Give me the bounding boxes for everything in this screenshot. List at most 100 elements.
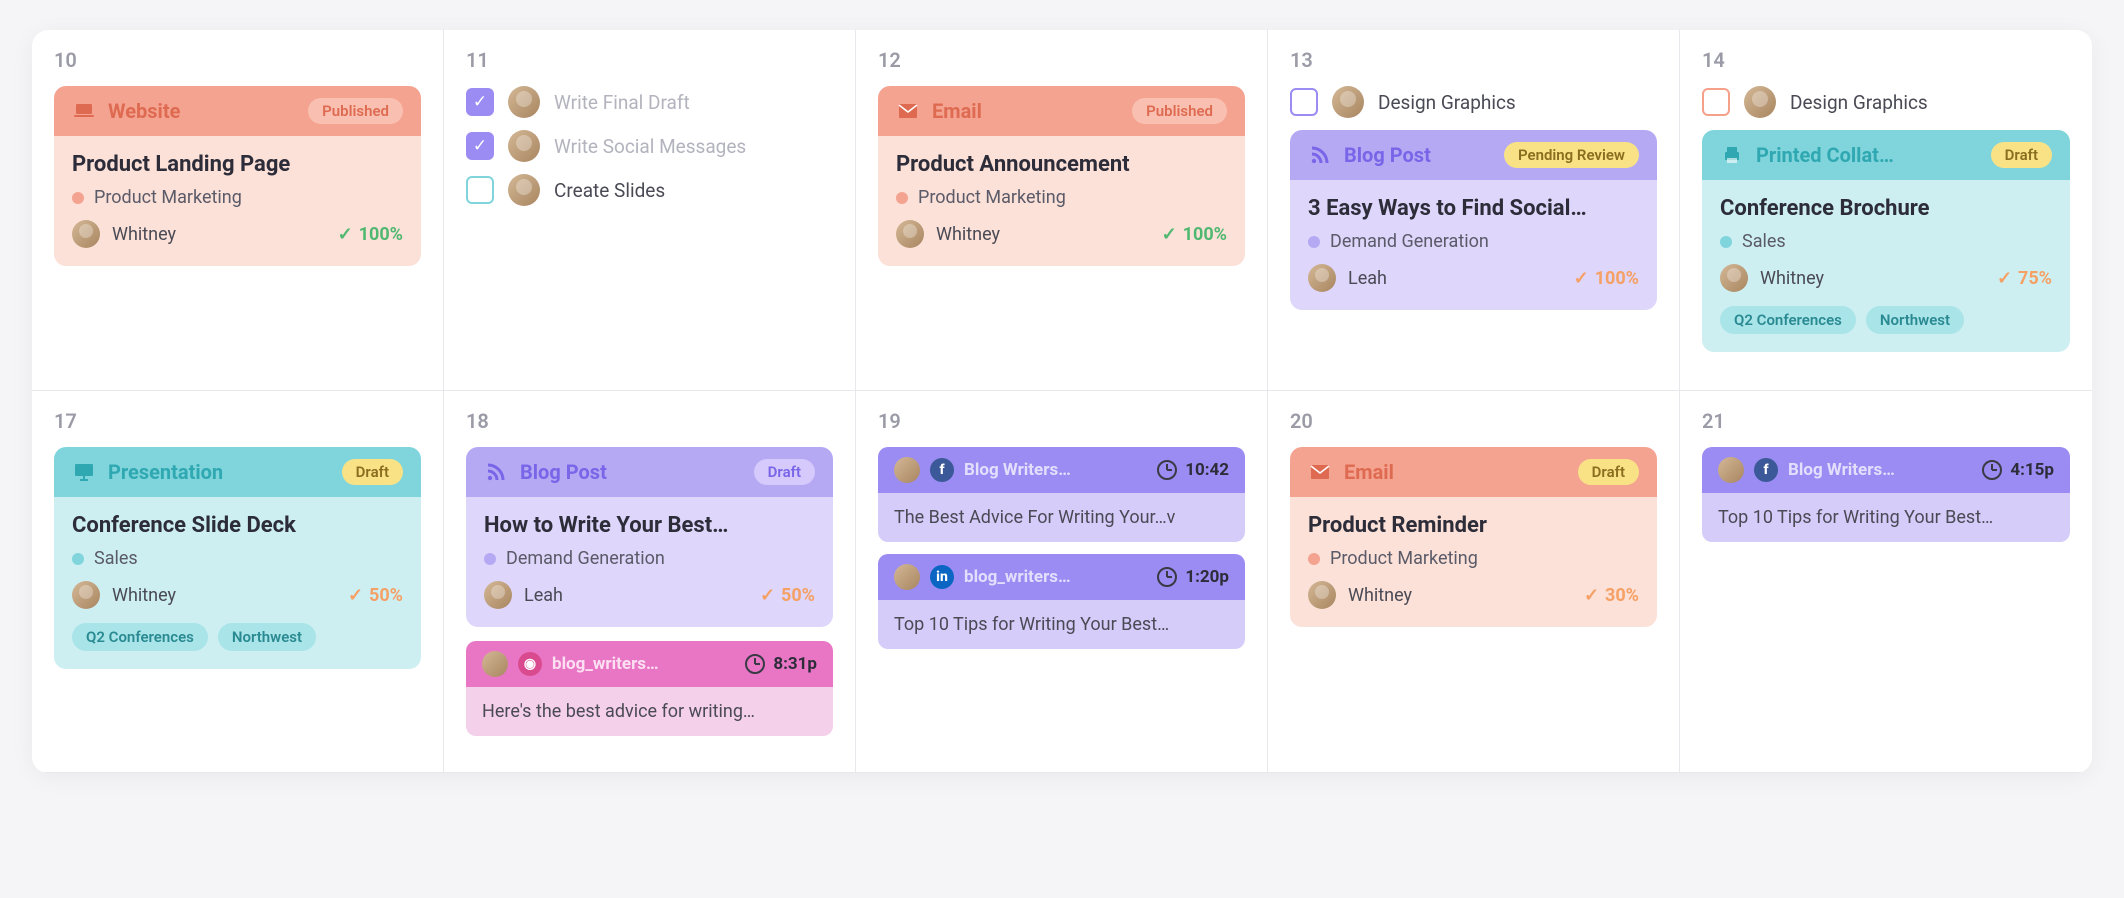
social-handle: Blog Writers… [964,460,1071,480]
progress-value: 30% [1605,585,1639,606]
tag[interactable]: Q2 Conferences [1720,306,1856,334]
avatar [72,220,100,248]
day-cell[interactable]: 10WebsitePublishedProduct Landing PagePr… [32,30,444,391]
facebook-icon: f [1754,458,1778,482]
content-card[interactable]: Printed Collat…DraftConference BrochureS… [1702,130,2070,352]
day-number: 13 [1290,48,1657,72]
progress-indicator: ✓100% [338,224,403,245]
instagram-icon: ◉ [518,652,542,676]
card-header: Email Draft [1290,447,1657,497]
task-label: Write Social Messages [554,135,746,158]
day-cell[interactable]: 12 Email Published Product AnnouncementProd… [856,30,1268,391]
category-dot-icon [72,553,84,565]
social-handle: blog_writers… [964,567,1071,587]
avatar [508,86,540,118]
status-pill: Draft [1578,459,1639,485]
card-title: Product Reminder [1308,513,1639,538]
rss-icon [484,460,508,484]
social-body: The Best Advice For Writing Your…v [878,493,1245,542]
day-cell[interactable]: 20 Email Draft Product Reminder Product Mark… [1268,391,1680,773]
checkbox-unchecked[interactable] [1702,88,1730,116]
card-body: Product ReminderProduct MarketingWhitney… [1290,497,1657,627]
day-cell[interactable]: 14Design GraphicsPrinted Collat…DraftCon… [1680,30,2092,391]
task-row[interactable]: Design Graphics [1290,86,1657,118]
content-card[interactable]: Email Published Product AnnouncementProduc… [878,86,1245,266]
task-row[interactable]: Create Slides [466,174,833,206]
content-card[interactable]: Email Draft Product Reminder Product Market… [1290,447,1657,627]
avatar [1718,457,1744,483]
card-header: Blog PostPending Review [1290,130,1657,180]
day-number: 11 [466,48,833,72]
day-cell[interactable]: 11✓Write Final Draft✓Write Social Messag… [444,30,856,391]
card-category: Product Marketing [1330,548,1478,569]
card-type-label: Email [932,99,982,123]
task-label: Design Graphics [1378,91,1516,114]
check-icon: ✓ [1997,268,2012,289]
checkbox-checked[interactable]: ✓ [466,88,494,116]
social-body: Top 10 Tips for Writing Your Best… [1702,493,2070,542]
assignee-name: Leah [1348,268,1387,289]
avatar [894,564,920,590]
card-body: Product AnnouncementProduct MarketingWhi… [878,136,1245,266]
assignee-name: Whitney [1760,268,1824,289]
content-card[interactable]: Blog PostPending Review 3 Easy Ways to Fi… [1290,130,1657,310]
content-card[interactable]: WebsitePublishedProduct Landing PageProd… [54,86,421,266]
category-dot-icon [484,553,496,565]
tag[interactable]: Northwest [218,623,316,651]
category-dot-icon [72,192,84,204]
day-number: 12 [878,48,1245,72]
avatar [894,457,920,483]
card-type-label: Email [1344,460,1394,484]
avatar [896,220,924,248]
progress-value: 100% [1595,268,1639,289]
progress-indicator: ✓100% [1162,224,1227,245]
printer-icon [1720,143,1744,167]
task-row[interactable]: ✓ Write Social Messages [466,130,833,162]
status-pill: Published [1132,98,1227,124]
card-category: Demand Generation [1330,231,1489,252]
category-dot-icon [896,192,908,204]
card-header: WebsitePublished [54,86,421,136]
card-body: How to Write Your Best…Demand Generation… [466,497,833,627]
checkbox-unchecked[interactable] [466,176,494,204]
task-row[interactable]: Design Graphics [1702,86,2070,118]
progress-indicator: ✓ 30% [1584,585,1639,606]
checkbox-unchecked[interactable] [1290,88,1318,116]
day-cell[interactable]: 13 Design Graphics Blog PostPending Review… [1268,30,1680,391]
task-row[interactable]: ✓Write Final Draft [466,86,833,118]
card-title: Conference Slide Deck [72,513,403,538]
scheduled-time: 1:20p [1185,567,1229,587]
social-card[interactable]: fBlog Writers…10:42The Best Advice For W… [878,447,1245,542]
social-card[interactable]: inblog_writers…1:20pTop 10 Tips for Writ… [878,554,1245,649]
assignee-name: Whitney [936,224,1000,245]
check-icon: ✓ [348,585,363,606]
content-card[interactable]: Blog PostDraftHow to Write Your Best…Dem… [466,447,833,627]
tag[interactable]: Northwest [1866,306,1964,334]
checkbox-checked[interactable]: ✓ [466,132,494,160]
social-card-header: ◉blog_writers…8:31p [466,641,833,687]
task-label: Create Slides [554,179,665,202]
card-title: 3 Easy Ways to Find Social… [1308,196,1639,221]
social-card[interactable]: fBlog Writers…4:15pTop 10 Tips for Writi… [1702,447,2070,542]
social-handle: Blog Writers… [1788,460,1895,480]
card-type-label: Blog Post [520,460,607,484]
day-number: 20 [1290,409,1657,433]
progress-indicator: ✓ 100% [1574,268,1639,289]
card-title: Product Announcement [896,152,1227,177]
check-icon: ✓ [1584,585,1599,606]
tag[interactable]: Q2 Conferences [72,623,208,651]
day-cell[interactable]: 17PresentationDraftConference Slide Deck… [32,391,444,773]
day-cell[interactable]: 18Blog PostDraftHow to Write Your Best…D… [444,391,856,773]
check-icon: ✓ [1574,268,1589,289]
card-body: Conference BrochureSalesWhitney✓75%Q2 Co… [1702,180,2070,352]
category-dot-icon [1720,236,1732,248]
card-title: Product Landing Page [72,152,403,177]
laptop-icon [72,99,96,123]
tags-row: Q2 Conferences Northwest [1720,306,2052,334]
content-card[interactable]: PresentationDraftConference Slide DeckSa… [54,447,421,669]
card-title: How to Write Your Best… [484,513,815,538]
day-cell[interactable]: 19fBlog Writers…10:42The Best Advice For… [856,391,1268,773]
social-card[interactable]: ◉blog_writers…8:31pHere's the best advic… [466,641,833,736]
day-cell[interactable]: 21fBlog Writers…4:15pTop 10 Tips for Wri… [1680,391,2092,773]
social-handle: blog_writers… [552,654,659,674]
